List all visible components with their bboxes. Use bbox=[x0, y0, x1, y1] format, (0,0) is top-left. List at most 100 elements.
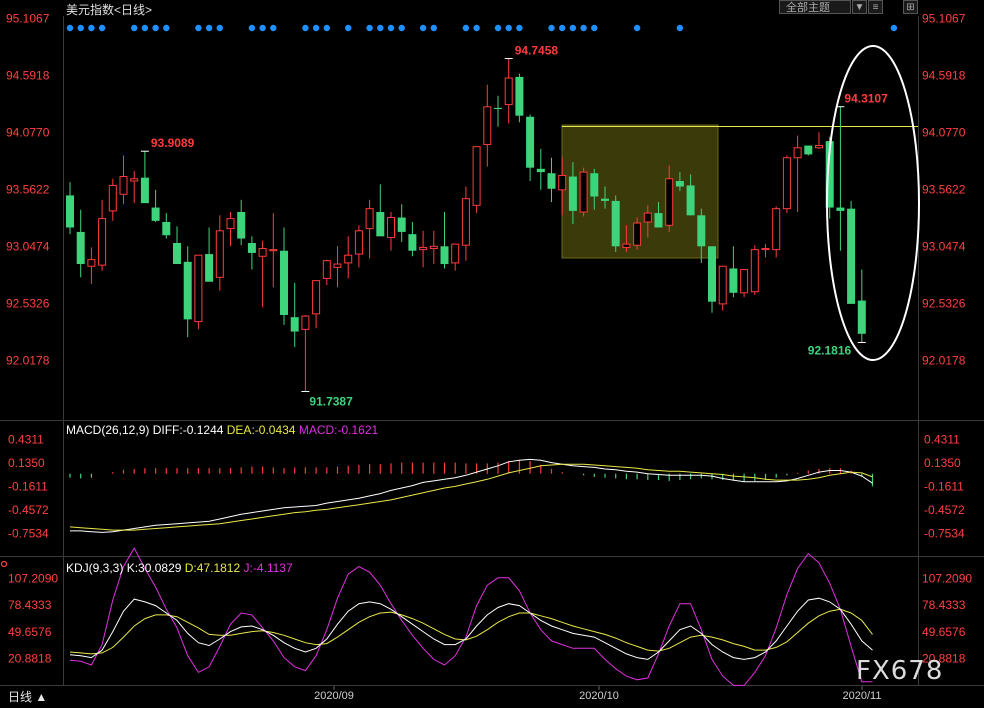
price-axis-label-right: 93.0474 bbox=[922, 240, 966, 254]
candle-body bbox=[750, 249, 759, 293]
candle-body bbox=[494, 107, 502, 110]
candle-body bbox=[526, 116, 535, 168]
event-dot bbox=[205, 24, 213, 32]
price-axis-label-left: 93.5622 bbox=[6, 183, 50, 197]
kdj-axis-label-left: 20.8818 bbox=[8, 652, 52, 666]
candle-body bbox=[654, 213, 663, 228]
event-dot bbox=[890, 24, 898, 32]
price-axis-label-right: 92.5326 bbox=[922, 297, 966, 311]
price-axis-label-left: 94.0770 bbox=[6, 126, 50, 140]
candle-body bbox=[119, 176, 128, 195]
candle-body bbox=[643, 212, 652, 223]
candle-body bbox=[87, 259, 96, 267]
candle-body bbox=[322, 260, 331, 279]
candle-body bbox=[419, 246, 428, 251]
candle-body bbox=[590, 173, 599, 197]
event-dot bbox=[559, 24, 566, 32]
layout-icon[interactable]: ⊞ bbox=[903, 0, 918, 14]
event-dot bbox=[152, 24, 159, 32]
candle-body bbox=[718, 265, 727, 305]
kdj-d-line bbox=[69, 608, 873, 655]
candle-body bbox=[333, 263, 342, 268]
macd-dea: DEA:-0.0434 bbox=[226, 423, 296, 437]
period-selector[interactable]: 日线 ▲ bbox=[8, 688, 47, 705]
event-dot bbox=[216, 24, 223, 32]
candle-body bbox=[258, 248, 267, 257]
candle-body bbox=[397, 217, 406, 232]
candle-body bbox=[130, 178, 139, 182]
price-axis-label-left: 92.5326 bbox=[6, 297, 50, 311]
event-dot bbox=[248, 24, 256, 32]
price-annotation: 94.3107 bbox=[844, 92, 888, 106]
event-dot bbox=[259, 24, 266, 32]
candle-body bbox=[344, 254, 353, 264]
brand-logo: FX678 bbox=[856, 656, 944, 686]
candle-body bbox=[686, 185, 695, 216]
price-axis-label-right: 93.5622 bbox=[922, 183, 966, 197]
candle-body bbox=[269, 249, 278, 252]
candle-body bbox=[483, 106, 492, 145]
chart-title: 美元指数<日线> bbox=[66, 1, 152, 18]
candle-body bbox=[793, 147, 802, 159]
candle-body bbox=[301, 315, 310, 330]
price-axis-label-right: 92.0178 bbox=[922, 354, 966, 368]
candle-body bbox=[451, 243, 460, 264]
kdj-j: J:-4.1137 bbox=[243, 561, 293, 575]
price-axis-label-left: 92.0178 bbox=[6, 354, 50, 368]
x-axis-label: 2020/09 bbox=[314, 690, 354, 702]
candle-body bbox=[601, 198, 609, 201]
event-dot bbox=[141, 24, 149, 32]
menu-icon[interactable]: ≡ bbox=[868, 0, 883, 14]
macd-axis-label-left: -0.7534 bbox=[8, 527, 49, 541]
event-dot bbox=[131, 24, 138, 32]
event-dot bbox=[323, 24, 330, 32]
candle-body bbox=[504, 77, 513, 106]
event-dot bbox=[548, 24, 555, 32]
chevron-down-icon[interactable]: ▼ bbox=[852, 0, 867, 14]
event-dot bbox=[387, 24, 395, 32]
event-dot bbox=[676, 24, 684, 32]
candle-body bbox=[440, 246, 449, 265]
price-annotation: 93.9089 bbox=[151, 136, 195, 150]
candle-body bbox=[708, 246, 716, 302]
event-dot bbox=[98, 24, 106, 32]
candle-body bbox=[472, 146, 481, 206]
candle-body bbox=[675, 180, 684, 187]
chart-canvas: 95.1067 95.106794.5918 94.591894.0770 94.07… bbox=[0, 12, 984, 702]
event-dot bbox=[77, 24, 84, 32]
event-dot bbox=[163, 24, 170, 32]
event-dot bbox=[580, 24, 587, 32]
event-dot bbox=[430, 24, 437, 32]
candle-body bbox=[247, 242, 256, 253]
price-annotation: 92.1816 bbox=[808, 343, 852, 357]
kdj-axis-label-right: 78.4333 bbox=[922, 598, 966, 612]
candle-body bbox=[280, 250, 288, 315]
candle-body bbox=[729, 268, 738, 293]
macd-diff-line bbox=[70, 458, 873, 533]
candle-body bbox=[782, 157, 791, 210]
candle-body bbox=[290, 317, 299, 332]
event-dot bbox=[473, 24, 480, 32]
candle-body bbox=[183, 261, 192, 320]
candle-body bbox=[66, 195, 74, 228]
candle-body bbox=[515, 76, 524, 116]
price-annotation: 94.7458 bbox=[515, 44, 559, 58]
kdj-marker-icon bbox=[0, 560, 8, 568]
price-axis-label-left: 93.0474 bbox=[6, 240, 50, 254]
candle-body bbox=[815, 145, 823, 149]
candle-body bbox=[804, 145, 813, 155]
event-dot bbox=[505, 24, 512, 32]
candle-body bbox=[461, 198, 470, 246]
event-dot bbox=[88, 24, 95, 32]
event-dot bbox=[516, 24, 523, 32]
event-dot bbox=[366, 24, 373, 32]
event-dot bbox=[633, 24, 641, 32]
theme-dropdown-button[interactable]: 全部主题 bbox=[779, 0, 851, 14]
macd-axis-label-left: 0.1350 bbox=[8, 456, 45, 470]
x-axis-label: 2020/10 bbox=[579, 690, 619, 702]
candle-body bbox=[162, 221, 171, 236]
candle-body bbox=[568, 176, 577, 211]
candle-body bbox=[558, 174, 567, 191]
event-dot bbox=[591, 24, 598, 32]
kdj-d: D:47.1812 bbox=[184, 561, 241, 575]
